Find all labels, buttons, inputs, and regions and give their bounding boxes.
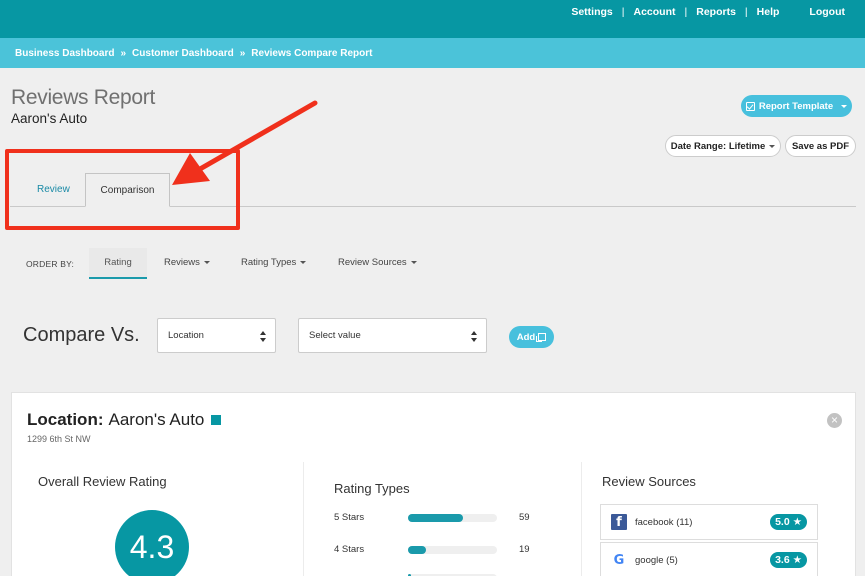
compare-value-placeholder: Select value bbox=[309, 330, 361, 341]
rating-type-bar-fill bbox=[408, 514, 464, 522]
select-arrows-icon bbox=[471, 331, 477, 342]
rating-type-label: 4 Stars bbox=[334, 544, 365, 555]
top-nav-bar: Settings | Account | Reports | Help Logo… bbox=[0, 0, 865, 38]
add-compare-label: Add bbox=[516, 331, 536, 343]
location-title: Location: Aaron's Auto bbox=[27, 410, 222, 430]
order-by-reviews-label: Reviews bbox=[164, 257, 200, 268]
review-source-score: 3.6 ★ bbox=[770, 552, 807, 568]
order-by-reviews[interactable]: Reviews bbox=[164, 257, 210, 268]
nav-settings[interactable]: Settings bbox=[571, 6, 612, 18]
facebook-icon: f bbox=[611, 514, 627, 530]
location-color-swatch bbox=[211, 415, 222, 425]
breadcrumb: Business Dashboard » Customer Dashboard … bbox=[15, 48, 372, 59]
compare-vs-label: Compare Vs. bbox=[23, 324, 140, 346]
order-by-review-sources[interactable]: Review Sources bbox=[338, 257, 417, 268]
compare-type-value: Location bbox=[168, 330, 204, 341]
caret-down-icon bbox=[841, 104, 848, 108]
select-arrows-icon bbox=[260, 331, 266, 342]
rating-type-bar bbox=[408, 514, 497, 522]
copy-icon bbox=[536, 333, 547, 342]
save-pdf-label: Save as PDF bbox=[791, 140, 850, 152]
review-sources-title: Review Sources bbox=[602, 474, 696, 489]
review-source-score: 5.0 ★ bbox=[770, 514, 807, 530]
breadcrumb-bar: Business Dashboard » Customer Dashboard … bbox=[0, 38, 865, 68]
order-by-label: ORDER BY: bbox=[26, 259, 75, 269]
review-source-label: facebook (11) bbox=[635, 516, 693, 528]
breadcrumb-customer-dashboard[interactable]: Customer Dashboard bbox=[132, 48, 234, 59]
compare-type-select[interactable]: Location bbox=[157, 318, 276, 353]
top-nav: Settings | Account | Reports | Help Logo… bbox=[571, 6, 845, 18]
overall-rating-title: Overall Review Rating bbox=[38, 474, 167, 489]
review-source-row[interactable]: G google (5) 3.6 ★ bbox=[600, 542, 818, 576]
report-template-button[interactable]: Report Template bbox=[741, 95, 852, 117]
rating-types-title: Rating Types bbox=[334, 481, 410, 496]
rating-type-bar bbox=[408, 546, 497, 554]
date-range-label: Date Range: Lifetime bbox=[670, 140, 766, 152]
checkbox-icon bbox=[745, 101, 755, 111]
rating-type-count: 59 bbox=[519, 512, 530, 523]
location-label: Location: bbox=[27, 410, 104, 429]
nav-logout[interactable]: Logout bbox=[809, 6, 845, 18]
location-address: 1299 6th St NW bbox=[27, 434, 91, 444]
nav-separator: | bbox=[684, 6, 688, 18]
page-subtitle: Aaron's Auto bbox=[11, 111, 88, 126]
breadcrumb-business-dashboard[interactable]: Business Dashboard bbox=[15, 48, 114, 59]
close-icon[interactable]: × bbox=[827, 413, 842, 428]
nav-separator: | bbox=[621, 6, 625, 18]
caret-down-icon bbox=[769, 144, 776, 148]
rating-type-bar-fill bbox=[408, 546, 426, 554]
location-card: Location: Aaron's Auto 1299 6th St NW × … bbox=[11, 392, 856, 576]
review-source-label: google (5) bbox=[635, 554, 678, 566]
rating-type-count: 19 bbox=[519, 544, 530, 555]
date-range-button[interactable]: Date Range: Lifetime bbox=[665, 135, 781, 157]
nav-account[interactable]: Account bbox=[634, 6, 676, 18]
nav-reports[interactable]: Reports bbox=[696, 6, 736, 18]
compare-value-select[interactable]: Select value bbox=[298, 318, 487, 353]
overall-rating-value: 4.3 bbox=[129, 528, 175, 565]
caret-down-icon bbox=[203, 260, 210, 264]
location-name: Aaron's Auto bbox=[108, 410, 205, 429]
add-compare-button[interactable]: Add bbox=[509, 326, 554, 348]
order-by-rating-types-label: Rating Types bbox=[241, 257, 297, 268]
rating-type-label: 5 Stars bbox=[334, 512, 365, 523]
nav-separator: | bbox=[744, 6, 748, 18]
overall-rating-circle: 4.3 bbox=[115, 510, 189, 576]
nav-help[interactable]: Help bbox=[757, 6, 780, 18]
order-by-rating-label: Rating bbox=[104, 257, 132, 268]
breadcrumb-separator: » bbox=[120, 48, 127, 59]
save-pdf-button[interactable]: Save as PDF bbox=[785, 135, 856, 157]
google-icon: G bbox=[613, 552, 625, 568]
rating-types-panel: Rating Types 5 Stars 59 4 Stars 19 bbox=[312, 462, 582, 576]
overall-rating-panel: Overall Review Rating 4.3 bbox=[26, 462, 304, 576]
order-by-review-sources-label: Review Sources bbox=[338, 257, 407, 268]
caret-down-icon bbox=[410, 260, 417, 264]
annotation-arrow bbox=[172, 100, 318, 185]
breadcrumb-reviews-compare-report[interactable]: Reviews Compare Report bbox=[251, 48, 372, 59]
page-title: Reviews Report bbox=[11, 86, 156, 109]
review-sources-panel: Review Sources f facebook (11) 5.0 ★ G g… bbox=[590, 462, 852, 576]
review-source-row[interactable]: f facebook (11) 5.0 ★ bbox=[600, 504, 818, 540]
order-by-rating[interactable]: Rating bbox=[89, 248, 147, 279]
caret-down-icon bbox=[300, 260, 307, 264]
breadcrumb-separator: » bbox=[239, 48, 246, 59]
order-by-rating-types[interactable]: Rating Types bbox=[241, 257, 307, 268]
report-template-label: Report Template bbox=[758, 100, 834, 112]
